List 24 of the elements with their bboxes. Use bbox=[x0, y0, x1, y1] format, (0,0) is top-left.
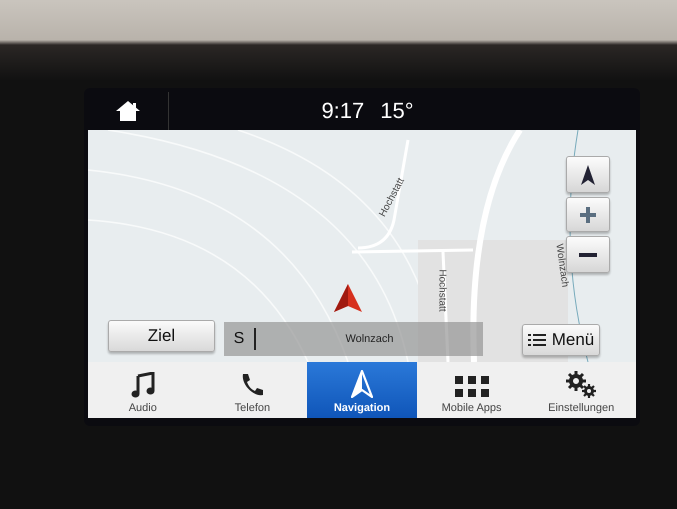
position-arrow-icon bbox=[333, 283, 363, 313]
grid-icon bbox=[454, 376, 489, 398]
north-arrow-icon bbox=[580, 164, 596, 186]
street-label: Hochstatt bbox=[436, 269, 448, 312]
apps-tab[interactable]: Mobile Apps bbox=[416, 362, 526, 418]
minus-icon bbox=[579, 252, 597, 258]
compass-button[interactable] bbox=[566, 156, 610, 193]
navigation-arrow-icon bbox=[350, 370, 373, 398]
list-icon bbox=[528, 333, 546, 347]
destination-button[interactable]: Ziel bbox=[108, 320, 215, 352]
home-icon[interactable] bbox=[115, 100, 141, 122]
search-field[interactable]: S Wolnzach bbox=[224, 322, 483, 356]
street-label: Wolnzach bbox=[553, 243, 570, 288]
navigation-tab[interactable]: Navigation bbox=[307, 362, 417, 418]
zoom-in-button[interactable] bbox=[566, 197, 610, 232]
temperature: 15° bbox=[380, 98, 414, 124]
clock-time: 9:17 bbox=[321, 98, 364, 124]
menu-button[interactable]: Menü bbox=[522, 324, 600, 356]
music-note-icon bbox=[130, 372, 155, 398]
gears-icon bbox=[565, 370, 598, 398]
phone-tab[interactable]: Telefon bbox=[198, 362, 308, 418]
plus-icon bbox=[579, 206, 597, 224]
settings-tab[interactable]: Einstellungen bbox=[526, 362, 636, 418]
audio-tab[interactable]: Audio bbox=[88, 362, 198, 418]
